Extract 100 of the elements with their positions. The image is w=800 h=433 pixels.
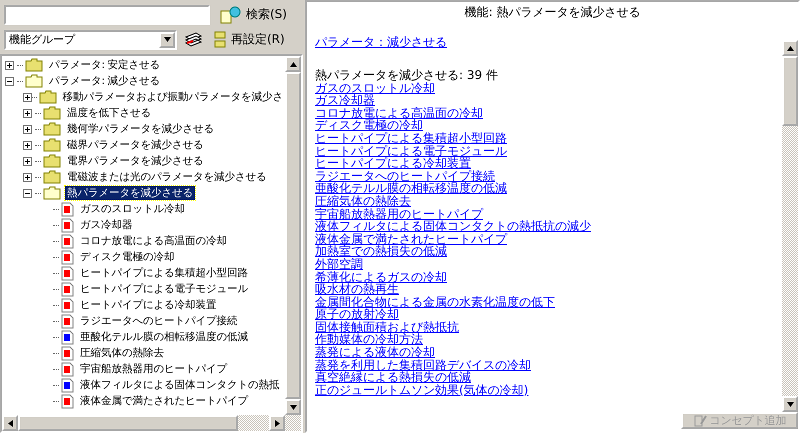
folder-icon: [43, 122, 61, 136]
tree-item[interactable]: ディスク電極の冷却: [78, 250, 176, 264]
document-icon: [61, 202, 74, 216]
document-icon: [61, 234, 74, 248]
concept-link[interactable]: 加熱室での熱損失の低減: [315, 245, 782, 258]
tree-item[interactable]: 電界パラメータを減少させる: [65, 154, 206, 168]
tree-item[interactable]: パラメータ: 減少させる: [47, 74, 162, 88]
tree-item[interactable]: ヒートパイプによる冷却装置: [78, 298, 218, 312]
expand-icon[interactable]: [23, 92, 32, 102]
concept-link[interactable]: 蒸発を利用した集積回路デバイスの冷却: [315, 358, 782, 372]
search-field[interactable]: [4, 4, 210, 24]
expand-icon[interactable]: [5, 60, 14, 70]
parent-link[interactable]: パラメータ：減少させる: [315, 36, 782, 49]
tree-item[interactable]: 圧縮気体の熱除去: [78, 346, 166, 360]
collapse-icon[interactable]: [5, 76, 14, 86]
tree-item[interactable]: 熱パラメータを減少させる: [65, 186, 195, 200]
document-icon: [61, 250, 74, 264]
pencil-note-icon: [692, 414, 706, 427]
concept-link[interactable]: コロナ放電による高温面の冷却: [315, 106, 782, 120]
document-icon: [61, 330, 74, 344]
tree-item[interactable]: 液体金属で満たされたヒートパイプ: [78, 394, 250, 408]
vertical-scrollbar[interactable]: [782, 40, 798, 412]
document-icon: [61, 298, 74, 312]
concept-link[interactable]: 圧縮気体の熱除去: [315, 194, 782, 208]
document-icon: [61, 346, 74, 360]
tree-item[interactable]: ガスのスロットル冷却: [78, 202, 187, 216]
left-arrow-icon: [8, 420, 12, 426]
expand-icon[interactable]: [23, 108, 32, 118]
concept-link[interactable]: ガス冷却器: [315, 94, 782, 107]
document-icon: [61, 394, 74, 408]
concept-link[interactable]: ラジエータへのヒートパイプ接続: [315, 170, 782, 182]
tree-item[interactable]: ラジエータへのヒートパイプ接続: [78, 314, 240, 328]
concept-link[interactable]: 外部空調: [315, 258, 782, 270]
concept-link[interactable]: 固体接触面積および熱抵抗: [315, 320, 782, 334]
tree-item[interactable]: 移動パラメータおよび振動パラメータを減少さ: [60, 90, 285, 104]
tree-item[interactable]: ヒートパイプによる電子モジュール: [78, 282, 250, 296]
scrollbar-thumb[interactable]: [18, 415, 238, 431]
concept-link[interactable]: 希薄化によるガスの冷却: [315, 270, 782, 284]
concept-link[interactable]: 液体フィルタによる固体コンタクトの熱抵抗の減少: [315, 220, 782, 233]
horizontal-scrollbar[interactable]: [2, 415, 301, 431]
document-icon: [61, 314, 74, 328]
document-icon: [61, 218, 74, 232]
concept-link[interactable]: 真空絶縁による熱損失の低減: [315, 371, 782, 384]
folder-icon: [43, 170, 61, 184]
tree-item[interactable]: ガス冷却器: [78, 218, 134, 232]
concept-link[interactable]: 蒸発による液体の冷却: [315, 346, 782, 359]
search-icon: [220, 6, 242, 24]
folder-icon: [38, 90, 56, 104]
folder-icon: [43, 154, 61, 168]
tree-item[interactable]: 亜酸化テルル膜の相転移温度の低減: [78, 330, 250, 344]
concept-link[interactable]: ディスク電極の冷却: [315, 119, 782, 132]
folder-icon: [43, 106, 61, 120]
reset-button[interactable]: 再設定(R): [209, 30, 289, 48]
document-icon: [61, 282, 74, 296]
detail-title: 機能: 熱パラメータを減少させる: [464, 4, 642, 21]
expand-icon[interactable]: [23, 156, 32, 166]
concept-link[interactable]: 金属間化合物による金属の水素化温度の低下: [315, 296, 782, 308]
down-arrow-icon: [786, 402, 794, 406]
tree-item[interactable]: パラメータ: 安定させる: [47, 58, 162, 72]
book-stack-icon[interactable]: [183, 30, 203, 48]
concept-link[interactable]: ヒートパイプによる電子モジュール: [315, 144, 782, 158]
up-arrow-icon: [290, 62, 296, 66]
tree-item[interactable]: コロナ放電による高温面の冷却: [78, 234, 229, 248]
concept-link[interactable]: 正のジュールトムソン効果(気体の冷却): [315, 384, 782, 396]
open-folder-icon: [43, 186, 61, 200]
document-icon: [61, 362, 74, 376]
scrollbar-thumb[interactable]: [782, 56, 798, 126]
count-heading: 熱パラメータを減少させる: 39 件: [315, 68, 499, 82]
tree-item[interactable]: 液体フィルタによる固体コンタクトの熱抵: [78, 378, 282, 392]
concept-link[interactable]: ガスのスロットル冷却: [315, 82, 782, 94]
expand-icon[interactable]: [23, 140, 32, 150]
concept-link[interactable]: 液体金属で満たされたヒートパイプ: [315, 232, 782, 246]
collapse-icon[interactable]: [23, 188, 32, 198]
folder-icon: [43, 138, 61, 152]
right-arrow-icon: [274, 420, 280, 426]
document-icon: [61, 378, 74, 392]
up-arrow-icon: [786, 46, 794, 50]
group-dropdown[interactable]: 機能グループ: [4, 30, 177, 50]
down-arrow-icon: [164, 37, 170, 42]
concept-link[interactable]: ヒートパイプによる集積超小型回路: [315, 132, 782, 145]
tree-item[interactable]: 磁界パラメータを減少させる: [65, 138, 206, 152]
concept-link[interactable]: 亜酸化テルル膜の相転移温度の低減: [315, 182, 782, 195]
expand-icon[interactable]: [23, 124, 32, 134]
down-arrow-icon: [290, 404, 296, 410]
concept-link[interactable]: 原子の放射冷却: [315, 308, 782, 321]
open-folder-icon: [25, 74, 43, 88]
tree-item[interactable]: 温度を低下させる: [65, 106, 153, 120]
document-icon: [61, 266, 74, 280]
search-button[interactable]: 検索(S): [216, 6, 291, 24]
concept-link[interactable]: ヒートパイプによる冷却装置: [315, 157, 782, 170]
concept-link[interactable]: 作動媒体の冷却方法: [315, 333, 782, 346]
concept-link[interactable]: 吸水材の熱再生: [315, 283, 782, 296]
expand-icon[interactable]: [23, 172, 32, 182]
tree-item[interactable]: 電磁波または光のパラメータを減少させる: [65, 170, 268, 184]
concept-link[interactable]: 宇宙船放熱器用のヒートパイプ: [315, 208, 782, 220]
folders-icon: [213, 30, 227, 48]
tree-item[interactable]: 宇宙船放熱器用のヒートパイプ: [78, 362, 229, 376]
tree-item[interactable]: ヒートパイプによる集積超小型回路: [78, 266, 250, 280]
tree-item[interactable]: 幾何学パラメータを減少させる: [65, 122, 216, 136]
folder-icon: [25, 58, 43, 72]
